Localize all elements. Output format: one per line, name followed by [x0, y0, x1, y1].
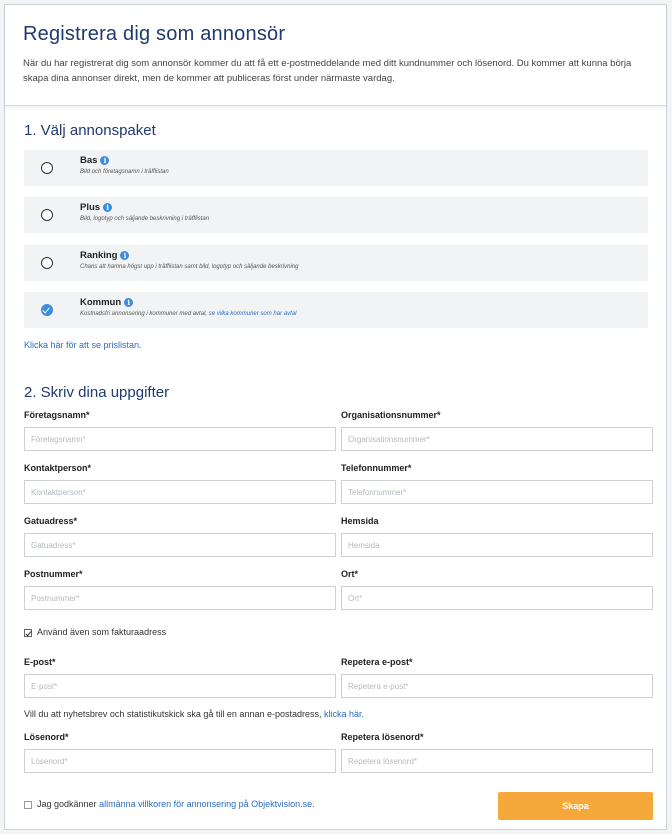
package-name: Bas — [80, 155, 98, 166]
invoice-address-label: Använd även som fakturaadress — [37, 627, 167, 637]
email-repeat-input[interactable] — [341, 674, 653, 698]
city-input[interactable] — [341, 586, 653, 610]
page-header: Registrera dig som annonsör När du har r… — [5, 5, 666, 106]
package-name: Ranking — [80, 250, 118, 261]
section-title-packages: 1. Välj annonspaket — [24, 122, 156, 139]
newsletter-text: Vill du att nyhetsbrev och statistikutsk… — [24, 709, 365, 719]
submit-button[interactable]: Skapa — [498, 792, 653, 820]
contact-input[interactable] — [24, 480, 336, 504]
orgnr-input[interactable] — [341, 427, 653, 451]
page-title: Registrera dig som annonsör — [23, 23, 286, 45]
website-label: Hemsida — [341, 516, 379, 526]
newsletter-link[interactable]: klicka här. — [324, 709, 364, 719]
phone-label: Telefonnummer* — [341, 463, 412, 473]
intro-text: När du har registrerat dig som annonsör … — [23, 58, 632, 84]
info-icon[interactable]: i — [120, 251, 130, 260]
package-name: Plus — [80, 202, 101, 213]
package-description: Chans att hamna högst upp i träfflistan … — [80, 264, 299, 270]
kommun-agreement-link[interactable]: se vilka kommuner som har avtal — [209, 311, 297, 317]
package-description: Kostnadsfri annonsering i kommuner med a… — [80, 311, 297, 317]
zip-input[interactable] — [24, 586, 336, 610]
section-title-details: 2. Skriv dina uppgifter — [24, 384, 170, 401]
password-repeat-label: Repetera lösenord* — [341, 732, 424, 742]
radio-kommun[interactable] — [41, 304, 53, 316]
company-label: Företagsnamn* — [24, 410, 90, 420]
email-input[interactable] — [24, 674, 336, 698]
info-icon[interactable]: i — [124, 298, 134, 307]
email-repeat-label: Repetera e-post* — [341, 657, 413, 667]
package-description: Bild och företagsnamn i träfflistan — [80, 169, 169, 175]
zip-label: Postnummer* — [24, 569, 83, 579]
package-name: Kommun — [80, 297, 122, 308]
password-label: Lösenord* — [24, 732, 69, 742]
contact-label: Kontaktperson* — [24, 463, 92, 473]
email-label: E-post* — [24, 657, 56, 667]
info-icon[interactable]: i — [103, 203, 113, 212]
website-input[interactable] — [341, 533, 653, 557]
terms-link[interactable]: allmänna villkoren för annonsering på Ob… — [99, 799, 315, 809]
password-input[interactable] — [24, 749, 336, 773]
price-list-link[interactable]: Klicka här för att se prislistan. — [24, 340, 142, 350]
terms-text: Jag godkänner allmänna villkoren för ann… — [37, 799, 315, 809]
terms-checkbox[interactable] — [24, 801, 32, 809]
phone-input[interactable] — [341, 480, 653, 504]
street-input[interactable] — [24, 533, 336, 557]
company-input[interactable] — [24, 427, 336, 451]
street-label: Gatuadress* — [24, 516, 78, 526]
radio-plus[interactable] — [41, 209, 53, 221]
package-description: Bild, logotyp och säljande beskrivning i… — [80, 216, 210, 222]
orgnr-label: Organisationsnummer* — [341, 410, 441, 420]
invoice-address-checkbox[interactable] — [24, 629, 32, 637]
radio-bas[interactable] — [41, 162, 53, 174]
radio-ranking[interactable] — [41, 257, 53, 269]
package-option-ranking[interactable]: Ranking i Chans att hamna högst upp i trä… — [24, 245, 648, 281]
info-icon[interactable]: i — [100, 156, 110, 165]
package-option-plus[interactable]: Plus i Bild, logotyp och säljande beskriv… — [24, 197, 648, 233]
password-repeat-input[interactable] — [341, 749, 653, 773]
city-label: Ort* — [341, 569, 359, 579]
package-option-kommun[interactable]: Kommun i Kostnadsfri annonsering i kommun… — [24, 292, 648, 328]
package-option-bas[interactable]: Bas i Bild och företagsnamn i träfflistan — [24, 150, 648, 186]
